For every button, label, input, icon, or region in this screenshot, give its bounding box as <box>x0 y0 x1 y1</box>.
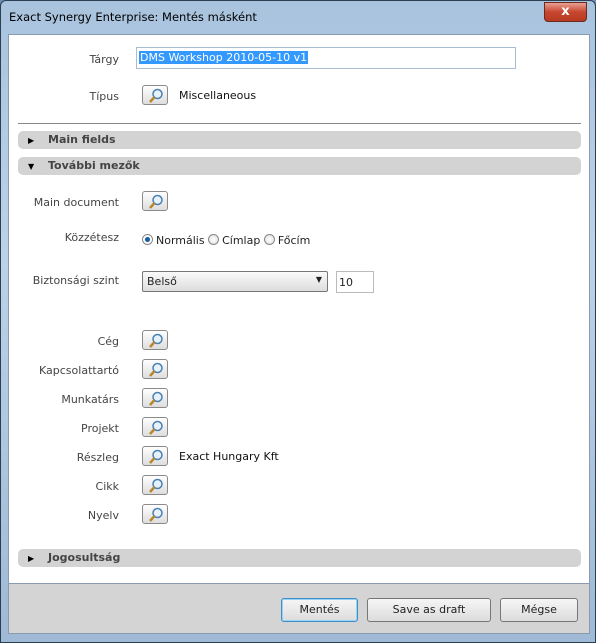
magnifier-icon <box>149 420 163 435</box>
magnifier-icon <box>149 88 163 103</box>
section-title: Jogosultság <box>48 551 121 564</box>
lookup-label: Cikk <box>95 480 119 493</box>
magnifier-icon <box>149 478 163 493</box>
lookup-label: Projekt <box>81 422 119 435</box>
magnifier-icon <box>149 507 163 522</box>
separator <box>18 123 581 124</box>
magnifier-icon <box>149 333 163 348</box>
dialog-window: Exact Synergy Enterprise: Mentés másként… <box>0 0 596 643</box>
radio-normal[interactable]: Normális <box>142 234 205 247</box>
section-additional[interactable]: ▼ További mezők <box>18 157 581 175</box>
cancel-button[interactable]: Mégse <box>500 598 578 622</box>
form-content: Tárgy DMS Workshop 2010-05-10 v1 Típus M… <box>8 34 590 584</box>
lookup-button[interactable] <box>142 359 168 379</box>
magnifier-icon <box>149 449 163 464</box>
type-value: Miscellaneous <box>179 89 257 102</box>
section-rights[interactable]: ▶ Jogosultság <box>18 549 581 567</box>
lookup-button[interactable] <box>142 446 168 466</box>
type-lookup-button[interactable] <box>142 85 168 105</box>
window-title: Exact Synergy Enterprise: Mentés másként <box>9 10 257 24</box>
save-button[interactable]: Mentés <box>281 598 358 622</box>
type-label: Típus <box>89 90 119 103</box>
security-label: Biztonsági szint <box>32 274 119 287</box>
main-document-label: Main document <box>33 196 119 209</box>
lookup-label: Kapcsolattartó <box>39 364 119 377</box>
save-as-draft-button[interactable]: Save as draft <box>367 598 491 622</box>
lookup-label: Nyelv <box>87 509 119 522</box>
triangle-right-icon: ▶ <box>28 136 35 145</box>
lookup-button[interactable] <box>142 330 168 350</box>
main-document-lookup-button[interactable] <box>142 191 168 211</box>
lookup-button[interactable] <box>142 417 168 437</box>
chevron-down-icon: ▼ <box>315 275 322 284</box>
button-bar: Mentés Save as draft Mégse <box>8 584 590 634</box>
publish-label: Közzétesz <box>64 231 119 244</box>
lookup-button[interactable] <box>142 475 168 495</box>
lookup-button[interactable] <box>142 504 168 524</box>
section-main-fields[interactable]: ▶ Main fields <box>18 131 581 149</box>
security-value: Belső <box>147 275 177 288</box>
radio-cover[interactable]: Címlap <box>208 234 260 247</box>
magnifier-icon <box>149 362 163 377</box>
triangle-down-icon: ▼ <box>28 162 35 171</box>
lookup-label: Cég <box>97 335 119 348</box>
security-select[interactable]: Belső ▼ <box>142 271 328 292</box>
lookup-label: Munkatárs <box>61 393 119 406</box>
subject-label: Tárgy <box>89 53 119 66</box>
radio-headline[interactable]: Főcím <box>263 234 310 247</box>
subject-input[interactable]: DMS Workshop 2010-05-10 v1 <box>136 47 516 69</box>
subject-value: DMS Workshop 2010-05-10 v1 <box>139 51 309 64</box>
section-title: Main fields <box>48 133 116 146</box>
publish-radio-group: Normális Címlap Főcím <box>142 234 310 247</box>
lookup-label: Részleg <box>76 451 119 464</box>
lookup-value: Exact Hungary Kft <box>179 450 279 463</box>
security-level-input[interactable]: 10 <box>336 271 374 293</box>
close-button[interactable]: x <box>544 2 587 22</box>
section-title: További mezők <box>48 159 140 172</box>
magnifier-icon <box>149 391 163 406</box>
lookup-button[interactable] <box>142 388 168 408</box>
triangle-right-icon: ▶ <box>28 554 35 563</box>
magnifier-icon <box>149 194 163 209</box>
